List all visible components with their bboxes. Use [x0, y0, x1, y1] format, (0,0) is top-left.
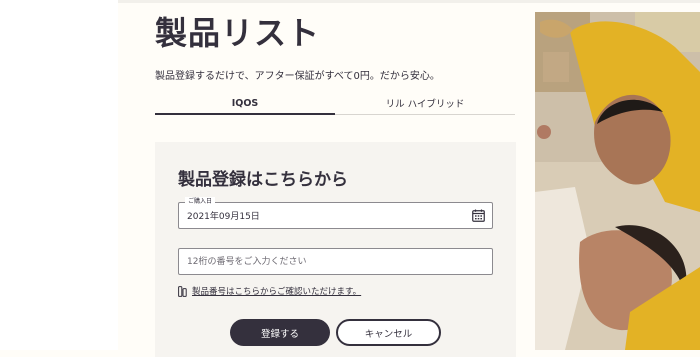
- left-margin: [0, 0, 118, 350]
- serial-hint[interactable]: 製品番号はこちらからご確認いただけます。: [178, 285, 361, 297]
- serial-number-field[interactable]: [178, 248, 493, 275]
- calendar-icon[interactable]: [472, 209, 485, 222]
- top-divider: [118, 0, 700, 3]
- hero-photo: [535, 12, 700, 350]
- purchase-date-field[interactable]: ご購入日: [178, 197, 493, 229]
- device-icon: [178, 285, 187, 297]
- purchase-date-input[interactable]: [187, 203, 467, 228]
- form-title: 製品登録はこちらから: [178, 170, 348, 190]
- serial-help-link[interactable]: 製品番号はこちらからご確認いただけます。: [192, 285, 361, 297]
- tab-lil-hybrid[interactable]: リル ハイブリッド: [335, 92, 515, 114]
- active-tab-indicator: [155, 113, 335, 115]
- register-button[interactable]: 登録する: [230, 319, 330, 346]
- cancel-button[interactable]: キャンセル: [336, 319, 441, 346]
- serial-number-input[interactable]: [187, 249, 467, 274]
- page-subtitle: 製品登録するだけで、アフター保証がすべて0円。だから安心。: [155, 71, 440, 82]
- page-title: 製品リスト: [155, 14, 321, 52]
- inactive-tab-underline: [335, 114, 515, 115]
- tab-iqos[interactable]: IQOS: [155, 92, 335, 114]
